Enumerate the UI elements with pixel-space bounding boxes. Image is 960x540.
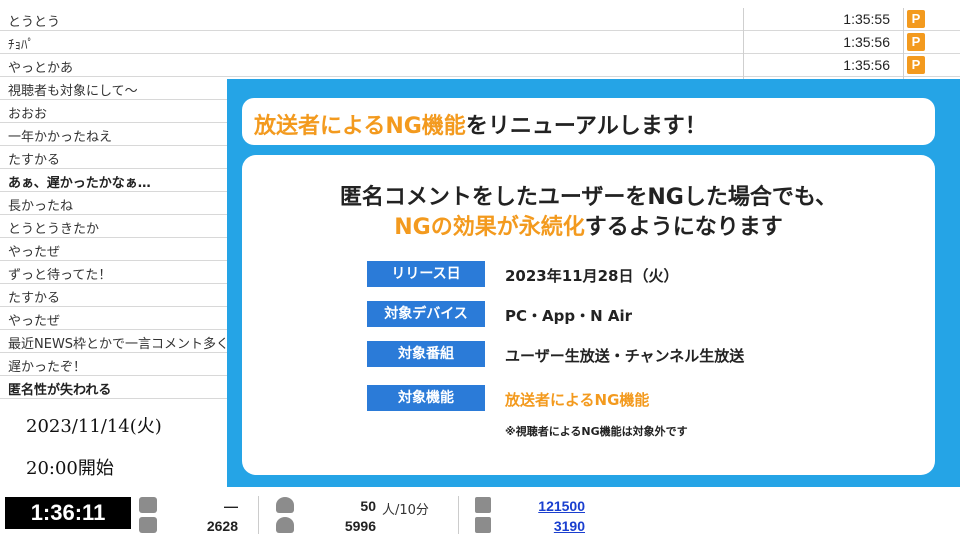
column-divider xyxy=(903,8,904,31)
viewer-total: 5996 xyxy=(344,518,376,534)
announcement-headline-1: 匿名コメントをしたユーザーをNGした場合でも、 xyxy=(339,185,838,210)
status-divider xyxy=(458,496,459,534)
column-divider xyxy=(743,8,744,31)
broadcast-date: 2023/11/14(火) xyxy=(26,416,162,437)
comment-row[interactable]: やっとかあ 1:35:56 P xyxy=(0,54,960,77)
comment-count-icon xyxy=(139,517,157,533)
viewer-rate-unit: 人/10分 xyxy=(382,503,429,518)
gift-points-link[interactable]: 3190 xyxy=(505,518,585,534)
status-bar: 1:36:11 — 2628 50 人/10分 5996 121500 3190 xyxy=(0,492,960,540)
detail-label-programs: 対象番組 xyxy=(367,341,485,367)
column-divider xyxy=(743,31,744,54)
ad-points-link[interactable]: 121500 xyxy=(505,498,585,514)
comment-row[interactable]: ﾁｮﾊﾟ 1:35:56 P xyxy=(0,31,960,54)
comment-text: やっとかあ xyxy=(8,61,74,76)
column-divider xyxy=(743,54,744,77)
detail-value-release-date: 2023年11月28日（火） xyxy=(505,267,679,285)
broadcast-start-time: 20:00開始 xyxy=(26,458,114,479)
column-divider xyxy=(903,54,904,77)
premium-badge-icon: P xyxy=(907,33,925,51)
comment-row[interactable]: とうとう 1:35:55 P xyxy=(0,8,960,31)
announcement-body: 匿名コメントをしたユーザーをNGした場合でも、 NGの効果が永続化するようになり… xyxy=(242,155,935,475)
comment-top-value: — xyxy=(224,498,238,514)
comment-time: 1:35:55 xyxy=(843,11,890,27)
column-divider xyxy=(903,31,904,54)
announcement-title-box: 放送者によるNG機能をリニューアルします！ xyxy=(242,98,935,145)
announcement-title: 放送者によるNG機能をリニューアルします！ xyxy=(254,108,707,140)
headline-highlight: NGの効果が永続化 xyxy=(394,215,585,240)
comment-text: とうとう xyxy=(8,15,61,30)
detail-value-devices: PC・App・N Air xyxy=(505,307,633,325)
status-divider xyxy=(258,496,259,534)
viewer-total-icon xyxy=(276,517,294,533)
detail-value-features: 放送者によるNG機能 xyxy=(505,391,650,409)
comment-time: 1:35:56 xyxy=(843,34,890,50)
premium-badge-icon: P xyxy=(907,56,925,74)
premium-badge-icon: P xyxy=(907,10,925,28)
announcement-overlay: 放送者によるNG機能をリニューアルします！ 匿名コメントをしたユーザーをNGした… xyxy=(227,79,960,487)
viewer-rate: 50 xyxy=(360,498,376,514)
announcement-note: ※視聴者によるNG機能は対象外です xyxy=(505,425,688,438)
ad-icon xyxy=(475,497,491,513)
comment-icon xyxy=(139,497,157,513)
comment-text: ﾁｮﾊﾟ xyxy=(8,38,34,53)
gift-icon xyxy=(475,517,491,533)
comment-count: 2628 xyxy=(206,518,238,534)
detail-value-programs: ユーザー生放送・チャンネル生放送 xyxy=(505,347,745,365)
announcement-title-rest: をリニューアルします！ xyxy=(465,114,707,139)
headline-rest: するようになります xyxy=(584,215,783,240)
viewer-rate-icon xyxy=(276,497,294,513)
detail-label-features: 対象機能 xyxy=(367,385,485,411)
detail-label-devices: 対象デバイス xyxy=(367,301,485,327)
announcement-title-highlight: 放送者によるNG機能 xyxy=(254,114,466,139)
elapsed-time-clock: 1:36:11 xyxy=(5,497,131,529)
detail-label-release-date: リリース日 xyxy=(367,261,485,287)
comment-time: 1:35:56 xyxy=(843,57,890,73)
announcement-headline-2: NGの効果が永続化するようになります xyxy=(242,209,935,241)
